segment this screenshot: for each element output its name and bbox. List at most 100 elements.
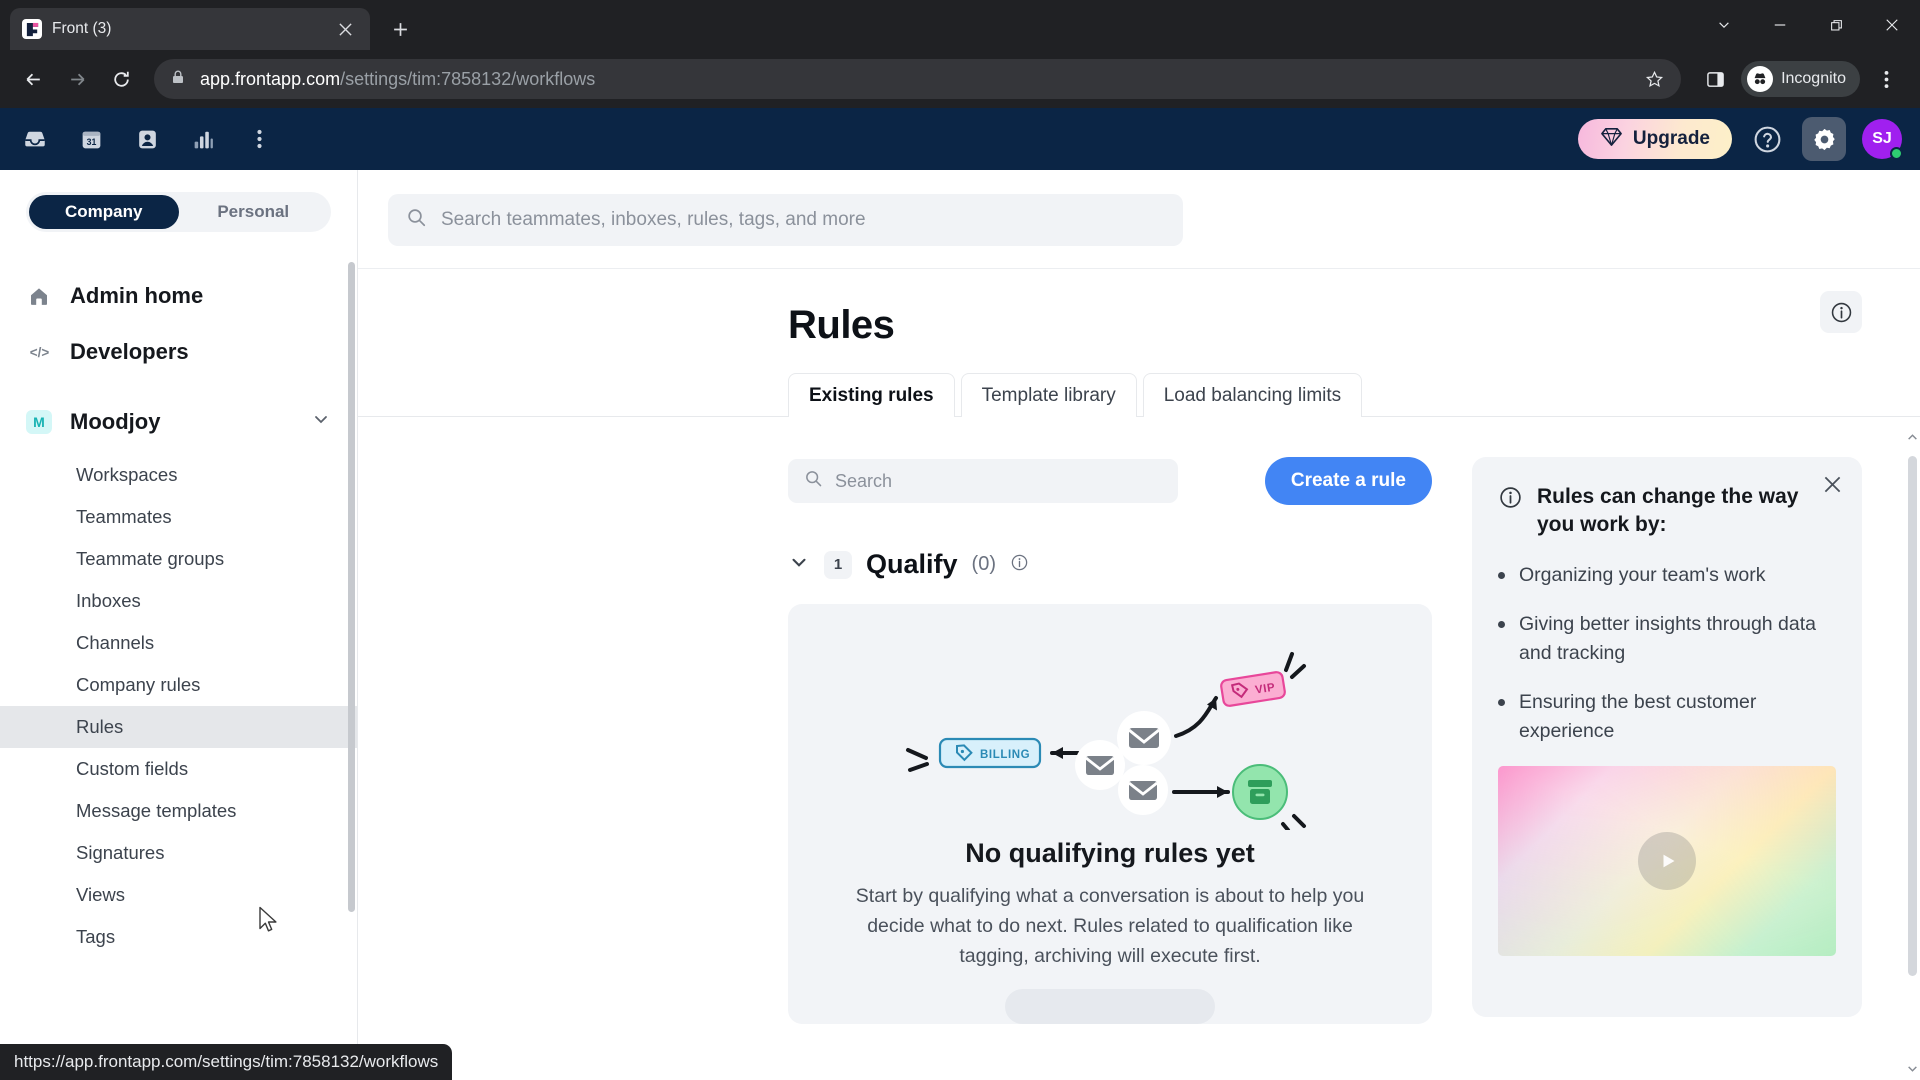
sidebar-item-developers[interactable]: </> Developers [26, 324, 331, 380]
main-scrollbar[interactable] [1908, 456, 1917, 976]
team-badge: M [26, 410, 52, 434]
bullet-text: Ensuring the best customer experience [1519, 691, 1757, 742]
sidebar-team-items: Workspaces Teammates Teammate groups Inb… [0, 454, 357, 958]
sidebar-item-company-rules[interactable]: Company rules [0, 664, 357, 706]
upgrade-button[interactable]: Upgrade [1577, 119, 1732, 159]
sidebar-item-teammates[interactable]: Teammates [0, 496, 357, 538]
calendar-icon[interactable]: 31 [74, 122, 108, 156]
tab-template-library[interactable]: Template library [960, 373, 1137, 417]
minimize-button[interactable] [1752, 3, 1808, 47]
settings-gear-icon[interactable] [1802, 117, 1846, 161]
sidebar-item-tags[interactable]: Tags [0, 916, 357, 958]
svg-text:</>: </> [29, 345, 49, 360]
front-app-header: 31 Upgrade SJ [0, 108, 1920, 170]
scope-toggle: Company Personal [26, 192, 331, 232]
browser-menu-icon[interactable] [1866, 59, 1906, 99]
rules-info-panel: Rules can change the way you work by: Or… [1472, 457, 1862, 1017]
new-tab-button[interactable] [382, 11, 418, 47]
sidebar-item-label: Tags [76, 926, 116, 947]
scope-personal-tab[interactable]: Personal [179, 195, 329, 229]
sidebar-item-rules[interactable]: Rules [0, 706, 357, 748]
sidebar-item-label: Views [76, 884, 126, 905]
browser-tab[interactable]: Front (3) [10, 8, 370, 50]
tab-load-balancing-limits[interactable]: Load balancing limits [1142, 373, 1363, 417]
user-avatar[interactable]: SJ [1862, 119, 1903, 160]
page-header: Rules Existing rules Template library Lo… [358, 268, 1920, 417]
help-icon[interactable] [1748, 120, 1786, 158]
bullet-dot [1498, 699, 1505, 706]
sidebar-item-channels[interactable]: Channels [0, 622, 357, 664]
status-badge [1890, 147, 1903, 160]
code-icon: </> [26, 342, 52, 362]
sidebar-team-moodjoy[interactable]: M Moodjoy [26, 394, 331, 450]
contacts-icon[interactable] [130, 122, 164, 156]
qualify-section-header: 1 Qualify (0) [788, 549, 1432, 580]
sidebar-item-inboxes[interactable]: Inboxes [0, 580, 357, 622]
bullet-text: Giving better insights through data and … [1519, 613, 1817, 664]
back-button[interactable] [14, 60, 52, 98]
window-controls [1696, 0, 1920, 50]
sidebar-item-views[interactable]: Views [0, 874, 357, 916]
section-info-icon[interactable] [1010, 553, 1029, 577]
bookmark-star-icon[interactable] [1637, 62, 1671, 96]
empty-state-body: Start by qualifying what a conversation … [855, 885, 1365, 967]
rules-search-input[interactable]: Search [788, 459, 1178, 503]
chevron-down-icon[interactable] [1696, 3, 1752, 47]
bullet-dot [1498, 621, 1505, 628]
play-icon[interactable] [1638, 832, 1696, 890]
front-header-actions: Upgrade SJ [1577, 117, 1903, 161]
sidebar-item-label: Teammates [76, 506, 172, 527]
sidebar-item-admin-home[interactable]: Admin home [26, 268, 331, 324]
section-title: Qualify [866, 549, 958, 579]
sidebar-item-signatures[interactable]: Signatures [0, 832, 357, 874]
global-search-placeholder: Search teammates, inboxes, rules, tags, … [441, 209, 866, 230]
sidebar-item-label: Rules [76, 716, 124, 737]
sidebar-item-message-templates[interactable]: Message templates [0, 790, 357, 832]
forward-button[interactable] [58, 60, 96, 98]
tab-existing-rules[interactable]: Existing rules [788, 373, 955, 417]
rules-search-placeholder: Search [835, 470, 893, 491]
more-options-icon[interactable] [242, 122, 276, 156]
empty-state-action-button[interactable] [1005, 989, 1215, 1024]
maximize-button[interactable] [1808, 3, 1864, 47]
close-window-button[interactable] [1864, 3, 1920, 47]
global-search-wrap: Search teammates, inboxes, rules, tags, … [358, 170, 1920, 268]
scroll-up-arrow-icon[interactable] [1907, 432, 1918, 443]
analytics-icon[interactable] [186, 122, 220, 156]
sidebar-scrollbar[interactable] [348, 262, 355, 912]
inbox-icon[interactable] [18, 122, 52, 156]
empty-state-title: No qualifying rules yet [965, 838, 1255, 868]
sidebar-item-teammate-groups[interactable]: Teammate groups [0, 538, 357, 580]
omnibox-actions [1637, 62, 1671, 96]
collapse-chevron-icon[interactable] [788, 551, 810, 578]
front-logo-icon [22, 19, 42, 39]
scroll-down-arrow-icon[interactable] [1907, 1063, 1918, 1074]
info-panel-bullets: Organizing your team's work Giving bette… [1498, 561, 1836, 746]
info-panel-header: Rules can change the way you work by: [1498, 483, 1836, 539]
avatar-initials: SJ [1872, 130, 1892, 147]
create-rule-button[interactable]: Create a rule [1264, 457, 1432, 505]
intro-video-thumbnail[interactable] [1498, 766, 1836, 956]
sidebar-item-workspaces[interactable]: Workspaces [0, 454, 357, 496]
page-title: Rules [788, 303, 895, 347]
page-info-button[interactable] [1820, 291, 1862, 333]
search-icon [804, 469, 823, 493]
rules-content: Search Create a rule 1 Qualify (0) BILLI… [358, 417, 1920, 1080]
side-panel-icon[interactable] [1695, 59, 1735, 99]
close-icon[interactable] [1823, 475, 1842, 499]
address-bar[interactable]: app.frontapp.com/settings/tim:7858132/wo… [154, 59, 1682, 99]
chevron-down-icon[interactable] [311, 409, 331, 435]
info-icon [1498, 485, 1523, 518]
browser-toolbar: app.frontapp.com/settings/tim:7858132/wo… [0, 50, 1920, 108]
url-text: app.frontapp.com/settings/tim:7858132/wo… [200, 69, 595, 90]
sidebar-item-custom-fields[interactable]: Custom fields [0, 748, 357, 790]
page-tabs: Existing rules Template library Load bal… [358, 372, 1920, 417]
scope-company-tab[interactable]: Company [29, 195, 179, 229]
incognito-profile-button[interactable]: Incognito [1741, 61, 1860, 97]
rules-toolbar: Search Create a rule [788, 457, 1432, 505]
sidebar-item-label: Teammate groups [76, 548, 225, 569]
main-content: Search teammates, inboxes, rules, tags, … [358, 170, 1920, 1080]
global-search-input[interactable]: Search teammates, inboxes, rules, tags, … [388, 194, 1183, 246]
close-icon[interactable] [332, 16, 358, 42]
reload-button[interactable] [102, 60, 140, 98]
